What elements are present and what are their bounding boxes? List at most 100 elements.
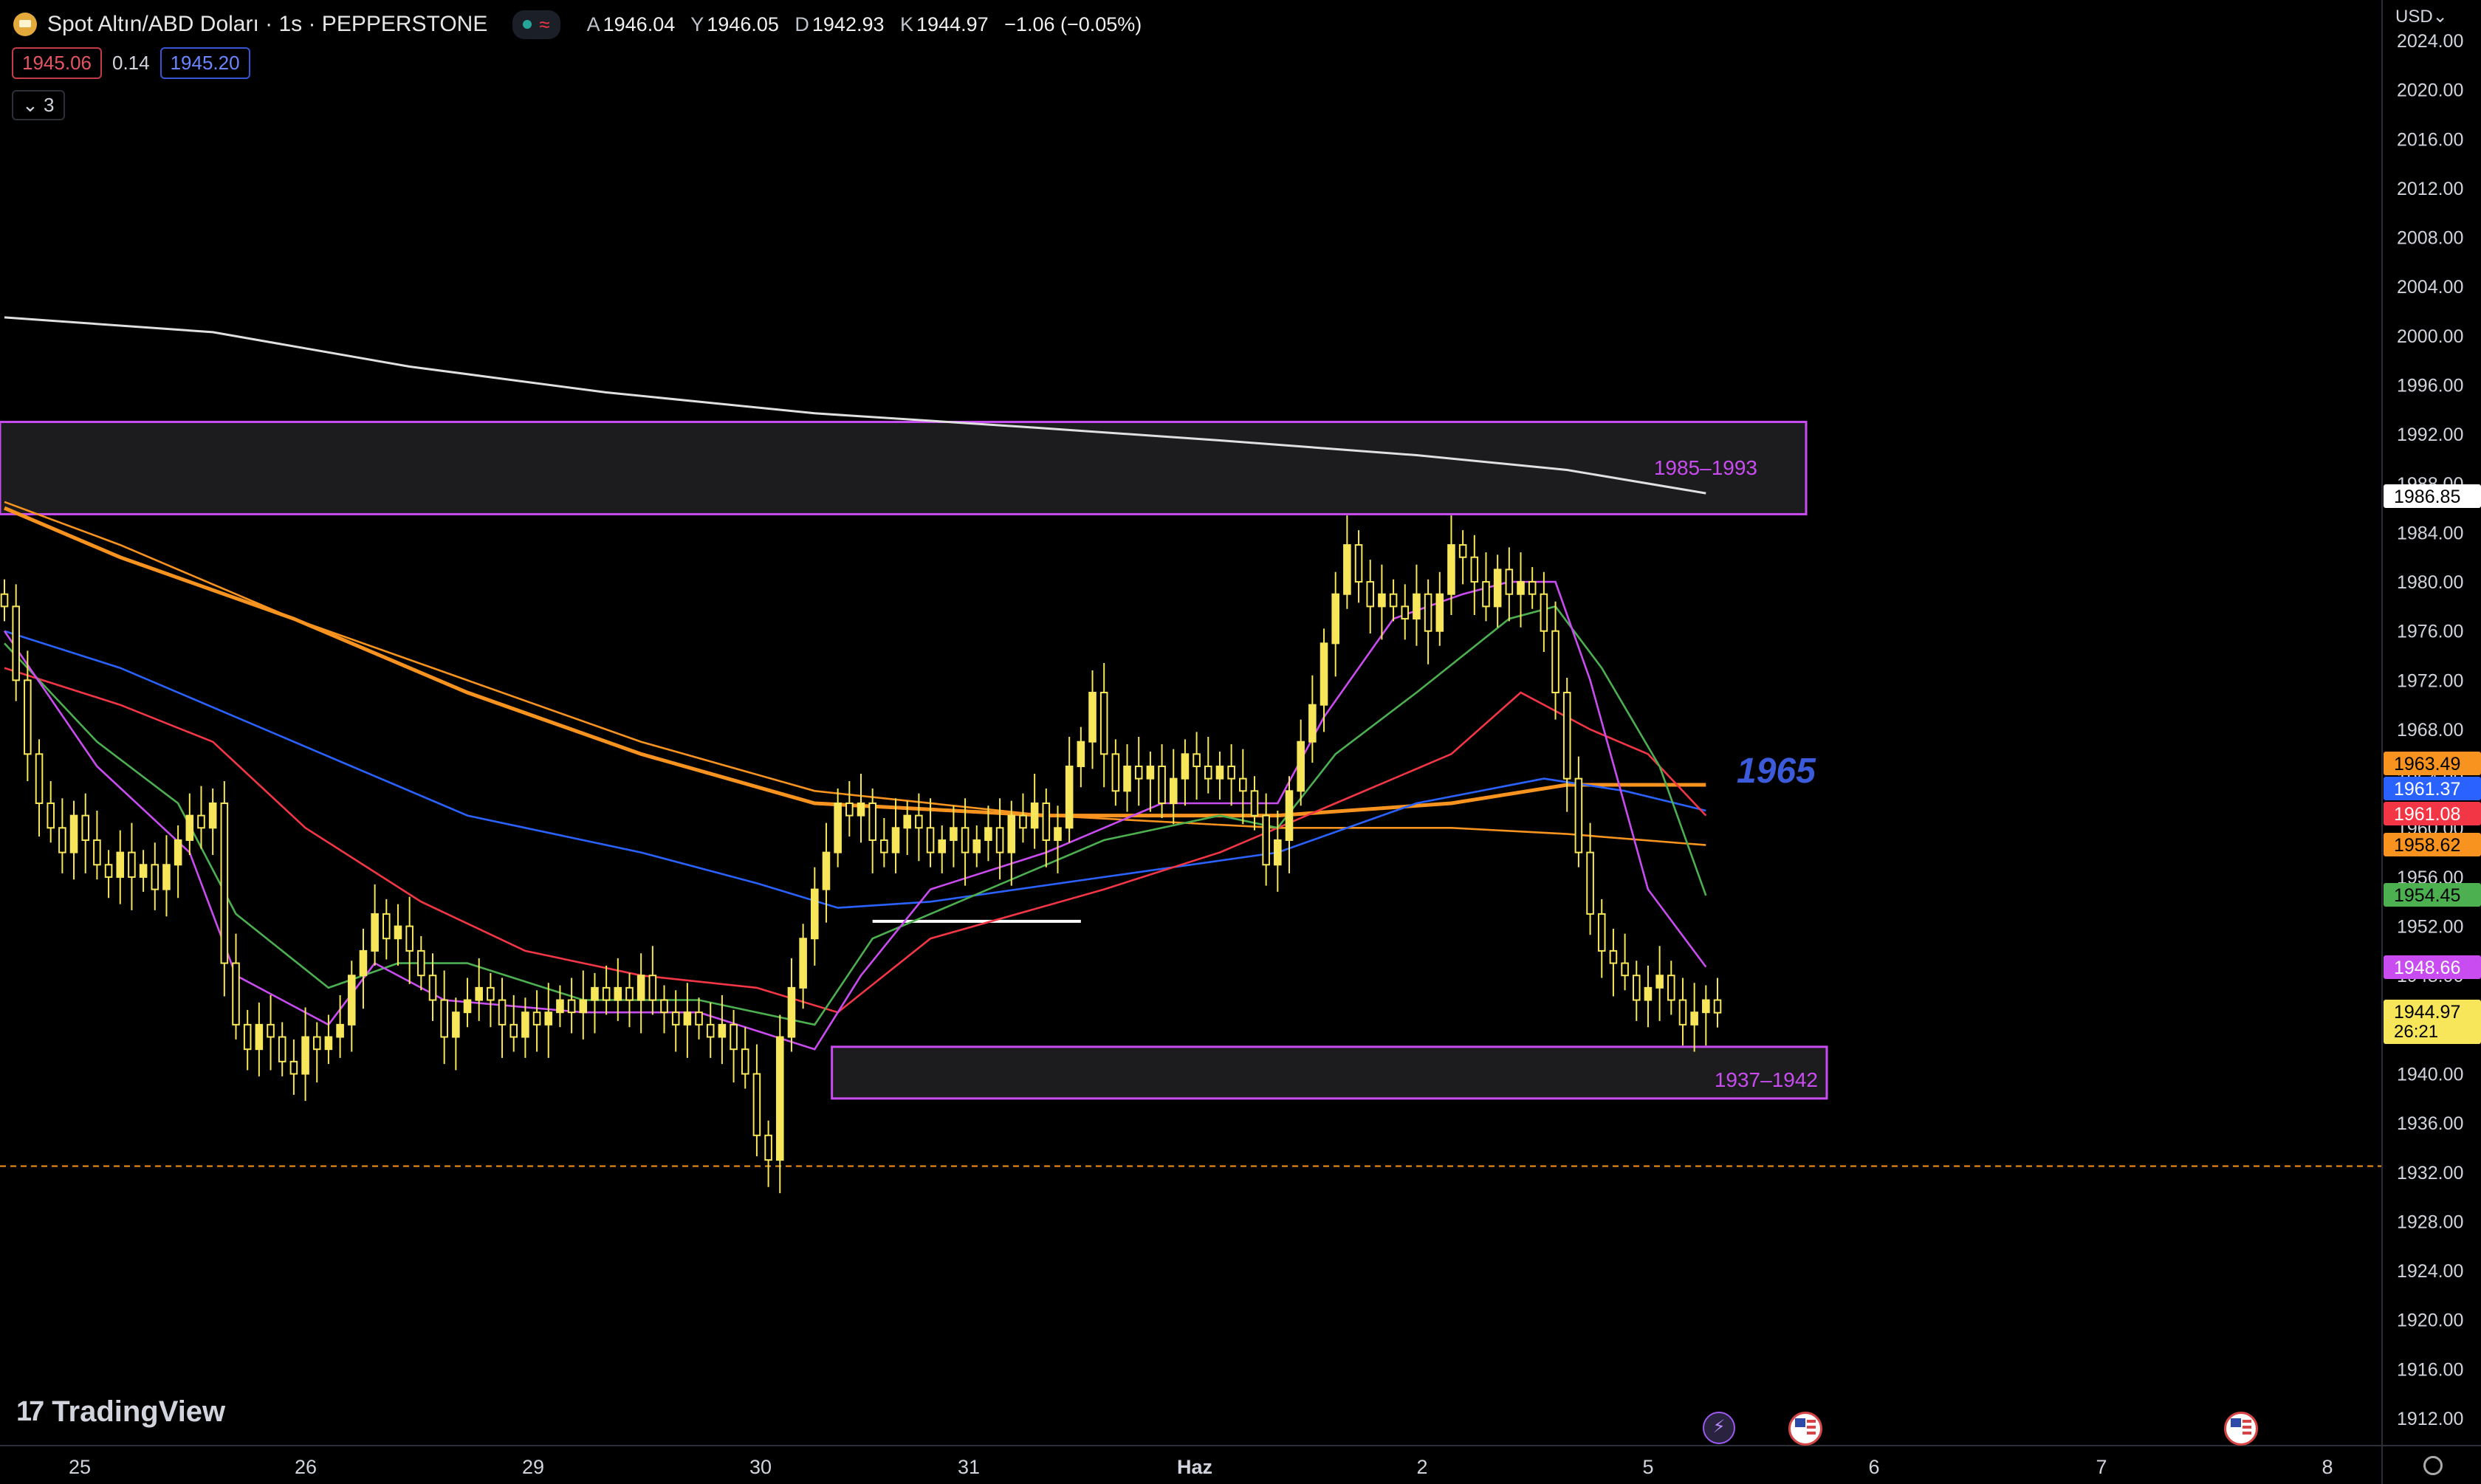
price-zone-upper[interactable] <box>0 420 1808 515</box>
candle-body <box>1644 986 1653 1001</box>
time-axis[interactable]: 25 26 29 30 31 Haz 2 5 6 7 8 <box>0 1445 2481 1478</box>
candle-body <box>452 1011 460 1038</box>
candle-body <box>1262 814 1270 866</box>
candle-body <box>347 975 356 1026</box>
candle-body <box>1574 777 1583 853</box>
candle-body <box>498 999 507 1026</box>
price-tick-label: 1940.00 <box>2397 1065 2463 1085</box>
sell-button[interactable]: 1945.06 <box>12 47 102 79</box>
candle-body <box>1181 753 1190 780</box>
price-chart[interactable]: 1985–1993 1937–1942 1965 2024.002020.002… <box>0 0 2481 1484</box>
price-tick-label: 1912.00 <box>2397 1409 2463 1429</box>
candle-body <box>834 802 842 853</box>
candle-body <box>487 986 495 1001</box>
candle-body <box>1366 581 1375 608</box>
candle-body <box>0 593 9 608</box>
price-tick-label: 1924.00 <box>2397 1261 2463 1282</box>
indicators-toggle[interactable]: ⌄ 3 <box>12 90 65 120</box>
candle-body <box>162 864 171 890</box>
tradingview-logo[interactable]: 17 TradingView <box>16 1395 225 1429</box>
candle-body <box>1713 999 1722 1014</box>
candle-body <box>1054 827 1062 841</box>
candle-body <box>47 802 55 829</box>
candle-body <box>1354 544 1363 583</box>
candle-body <box>509 1023 518 1038</box>
price-zone-lower[interactable] <box>831 1045 1828 1100</box>
line-ema_green[interactable] <box>4 605 1707 1026</box>
candle-body <box>255 1023 264 1051</box>
candle-body <box>1586 851 1594 915</box>
candle-body <box>1215 765 1224 780</box>
candle-body <box>301 1036 309 1075</box>
buy-button[interactable]: 1945.20 <box>159 47 250 79</box>
price-axis[interactable]: 2024.00 2020.00 2016.00 2012.00 2008.00 2004.… <box>2381 0 2481 1484</box>
price-tick-label: 2016.00 <box>2397 129 2463 150</box>
chevron-down-icon: ⌄ <box>22 94 38 116</box>
price-tick-label: 2000.00 <box>2397 326 2463 347</box>
candle-body <box>787 986 796 1038</box>
candle-body <box>1609 949 1618 964</box>
candle-body <box>857 802 865 817</box>
candle-body <box>1285 790 1294 841</box>
candle-body <box>1146 765 1155 780</box>
symbol-title[interactable]: Spot Altın/ABD Doları · 1s · PEPPERSTONE <box>47 12 487 37</box>
us-flag-event-icon[interactable] <box>1788 1412 1822 1446</box>
market-status[interactable]: ≈ <box>512 10 560 39</box>
candle-body <box>278 1036 286 1062</box>
price-tick-label: 2004.00 <box>2397 277 2463 298</box>
candle-body <box>128 851 136 878</box>
candle-body <box>81 814 90 841</box>
candle-body <box>394 925 402 940</box>
time-tick-label: 8 <box>2322 1456 2333 1478</box>
candle-body <box>185 814 194 841</box>
candle-body <box>532 1011 541 1026</box>
candle-body <box>1042 802 1051 841</box>
time-tick-label: 31 <box>958 1456 980 1478</box>
candle-body <box>405 925 414 952</box>
candle-body <box>1111 753 1120 792</box>
price-tick-label: 2024.00 <box>2397 31 2463 52</box>
candle-body <box>544 1011 553 1026</box>
time-tick-label: 29 <box>522 1456 544 1478</box>
us-flag-event-icon[interactable] <box>2224 1412 2258 1446</box>
price-badge-label: 1944.97 <box>2394 1002 2460 1023</box>
price-badge-label: 1954.45 <box>2394 885 2460 906</box>
price-tick-label: 1932.00 <box>2397 1163 2463 1184</box>
candle-body <box>1528 581 1537 595</box>
time-tick-label: 2 <box>1416 1456 1427 1478</box>
candle-body <box>440 999 448 1038</box>
line-ema_red[interactable] <box>4 667 1707 1014</box>
candle-body <box>556 999 564 1014</box>
candle-body <box>1667 975 1675 1001</box>
candle-body <box>1030 802 1039 829</box>
candle-body <box>1458 544 1467 558</box>
candle-body <box>463 999 472 1014</box>
candle-body <box>915 814 923 829</box>
candle-body <box>1077 741 1085 767</box>
candle-body <box>591 986 599 1001</box>
candle-body <box>1308 704 1317 743</box>
candle-body <box>359 949 368 977</box>
gear-icon[interactable] <box>2423 1456 2443 1475</box>
line-ema_purple[interactable] <box>3 580 1707 1051</box>
candle-body <box>579 999 588 1014</box>
candle-body <box>116 851 125 878</box>
candle-body <box>521 1011 529 1038</box>
candle-body <box>1297 741 1305 792</box>
candle-body <box>382 913 391 940</box>
candle-body <box>1239 777 1247 792</box>
time-tick-label: Haz <box>1177 1456 1212 1478</box>
candle-body <box>1702 999 1710 1014</box>
candle-body <box>868 802 876 841</box>
price-tick-label: 1992.00 <box>2397 425 2463 445</box>
candle-body <box>880 839 888 853</box>
lightning-event-icon[interactable]: ⚡ <box>1703 1412 1735 1444</box>
candle-body <box>93 839 101 866</box>
candle-body <box>371 913 379 952</box>
line-ema_blue[interactable] <box>4 630 1706 909</box>
indicators-count: 3 <box>44 94 55 116</box>
currency-selector[interactable]: USD⌄ <box>2395 6 2448 27</box>
candle-body <box>567 999 576 1014</box>
candle-body <box>961 827 970 853</box>
candle-body <box>741 1048 749 1075</box>
